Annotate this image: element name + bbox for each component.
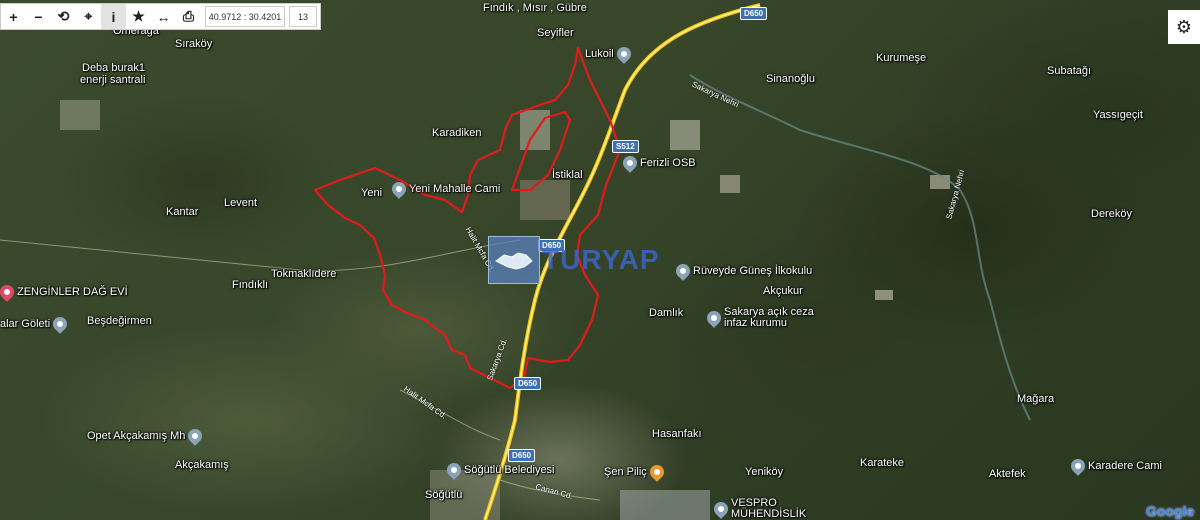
refresh-button[interactable]: ⟲ xyxy=(51,4,76,29)
poi-ferizli-osb[interactable]: Ferizli OSB xyxy=(620,153,696,173)
handshake-icon-graphic xyxy=(495,252,533,270)
road-shield-d650: D650 xyxy=(740,7,768,20)
place-label[interactable]: Karateke xyxy=(860,457,904,469)
settings-button[interactable]: ⚙ xyxy=(1168,10,1200,44)
coordinates-field[interactable]: 40.9712 : 30.4201 xyxy=(205,6,285,27)
watermark-text: TURYAP xyxy=(542,244,660,275)
poi-ruveyde-school[interactable]: Rüveyde Güneş İlkokulu xyxy=(673,261,813,281)
poi-label: ZENGİNLER DAĞ EVİ xyxy=(17,286,128,298)
school-icon xyxy=(673,261,693,281)
poi-label: VESPRO MÜHENDİSLİK xyxy=(731,498,806,520)
print-button[interactable]: ⎙ xyxy=(176,4,201,29)
measure-button[interactable]: ↔ xyxy=(151,4,176,29)
place-label[interactable]: Subatağı xyxy=(1047,65,1091,77)
industrial-zone-icon xyxy=(620,153,640,173)
watermark: TURYAP xyxy=(488,236,660,284)
place-label[interactable]: Deba burak1 xyxy=(82,62,145,74)
place-label[interactable]: Yeniköy xyxy=(745,466,783,478)
place-label[interactable]: Akçukur xyxy=(763,285,803,297)
place-label[interactable]: Aktefek xyxy=(989,468,1026,480)
place-label[interactable]: Karadiken xyxy=(432,127,482,139)
mosque-icon xyxy=(1068,456,1088,476)
gear-icon: ⚙ xyxy=(1175,16,1193,37)
poi-golet[interactable]: alar Göleti xyxy=(0,314,71,334)
place-label[interactable]: Yassıgeçit xyxy=(1093,109,1143,121)
map-toolbar: + − ⟲ ⌖ i ★ ↔ ⎙ 40.9712 : 30.4201 13 xyxy=(0,3,321,30)
poi-label: Opet Akçakamış Mh xyxy=(87,430,186,442)
poi-label-line: MÜHENDİSLİK xyxy=(731,508,807,520)
place-label[interactable]: Seyifler xyxy=(537,27,574,39)
place-label[interactable]: enerji santrali xyxy=(80,74,145,86)
poi-opet[interactable]: Opet Akçakamış Mh xyxy=(87,426,206,446)
poi-label: Karadere Cami xyxy=(1088,460,1162,472)
place-label[interactable]: Beşdeğirmen xyxy=(87,315,152,327)
government-icon xyxy=(444,460,464,480)
zoom-level-field[interactable]: 13 xyxy=(289,6,317,27)
road-shield-s512: S512 xyxy=(612,140,639,153)
fuel-station-icon xyxy=(185,426,206,446)
road-shield-d650: D650 xyxy=(508,449,536,462)
place-label[interactable]: Sıraköy xyxy=(175,38,212,50)
google-attribution: Google xyxy=(1146,503,1194,519)
place-label[interactable]: Levent xyxy=(224,197,257,209)
poi-label: Yeni Mahalle Cami xyxy=(409,183,501,195)
poi-vespro[interactable]: VESPRO MÜHENDİSLİK xyxy=(711,498,806,520)
fuel-station-icon xyxy=(613,44,634,64)
poi-sogutlu-belediyesi[interactable]: Söğütlü Belediyesi xyxy=(444,460,555,480)
river xyxy=(689,74,1031,421)
lodging-icon xyxy=(0,282,17,302)
place-label[interactable]: Kantar xyxy=(166,206,198,218)
government-icon xyxy=(704,308,724,328)
zoom-in-button[interactable]: + xyxy=(1,4,26,29)
place-label[interactable]: Tokmaklıdere xyxy=(271,268,336,280)
lake-icon xyxy=(50,314,71,334)
place-label[interactable]: Damlık xyxy=(649,307,683,319)
poi-sakarya-acik-ceza[interactable]: Sakarya açık ceza infaz kurumu xyxy=(704,307,814,329)
place-label[interactable]: Hasanfakı xyxy=(652,428,702,440)
poi-label: Söğütlü Belediyesi xyxy=(464,464,555,476)
zoom-out-button[interactable]: − xyxy=(26,4,51,29)
business-icon xyxy=(711,499,731,519)
place-label[interactable]: Yeni xyxy=(361,187,382,199)
poi-label: Ferizli OSB xyxy=(640,157,696,169)
poi-zenginler[interactable]: ZENGİNLER DAĞ EVİ xyxy=(0,282,128,302)
poi-label: Şen Piliç xyxy=(604,466,647,478)
poi-sen-pilic[interactable]: Şen Piliç xyxy=(604,462,667,482)
place-label[interactable]: Mağara xyxy=(1017,393,1054,405)
mosque-icon xyxy=(389,179,409,199)
poi-label: Rüveyde Güneş İlkokulu xyxy=(693,265,813,277)
place-label[interactable]: İstiklal xyxy=(552,169,583,181)
road-shield-d650: D650 xyxy=(514,377,542,390)
place-label[interactable]: Sinanoğlu xyxy=(766,73,815,85)
place-label[interactable]: Dereköy xyxy=(1091,208,1132,220)
poi-label: Sakarya açık ceza infaz kurumu xyxy=(724,307,814,329)
poi-label-line: infaz kurumu xyxy=(724,317,787,329)
handshake-icon xyxy=(488,236,540,284)
place-label[interactable]: Fındık , Mısır , Gübre xyxy=(483,2,587,14)
place-label[interactable]: Kurumeşe xyxy=(876,52,926,64)
parcel-boundary[interactable] xyxy=(313,46,622,390)
poi-karadere-cami[interactable]: Karadere Cami xyxy=(1068,456,1162,476)
satellite-map[interactable]: D650 S512 D650 D650 D650 Sakarya Nehri S… xyxy=(0,0,1200,520)
poi-label: Lukoil xyxy=(585,48,614,60)
poi-yeni-mahalle-cami[interactable]: Yeni Mahalle Cami xyxy=(389,179,501,199)
favorite-button[interactable]: ★ xyxy=(126,4,151,29)
place-label[interactable]: Akçakamış xyxy=(175,459,229,471)
food-icon xyxy=(646,462,667,482)
locate-button[interactable]: ⌖ xyxy=(76,4,101,29)
place-label[interactable]: Fındıklı xyxy=(232,279,268,291)
poi-label: alar Göleti xyxy=(0,318,51,330)
google-logo-text: Google xyxy=(1146,503,1195,519)
info-button[interactable]: i xyxy=(101,4,126,29)
poi-lukoil[interactable]: Lukoil xyxy=(585,44,634,64)
place-label[interactable]: Söğütlü xyxy=(425,489,462,501)
